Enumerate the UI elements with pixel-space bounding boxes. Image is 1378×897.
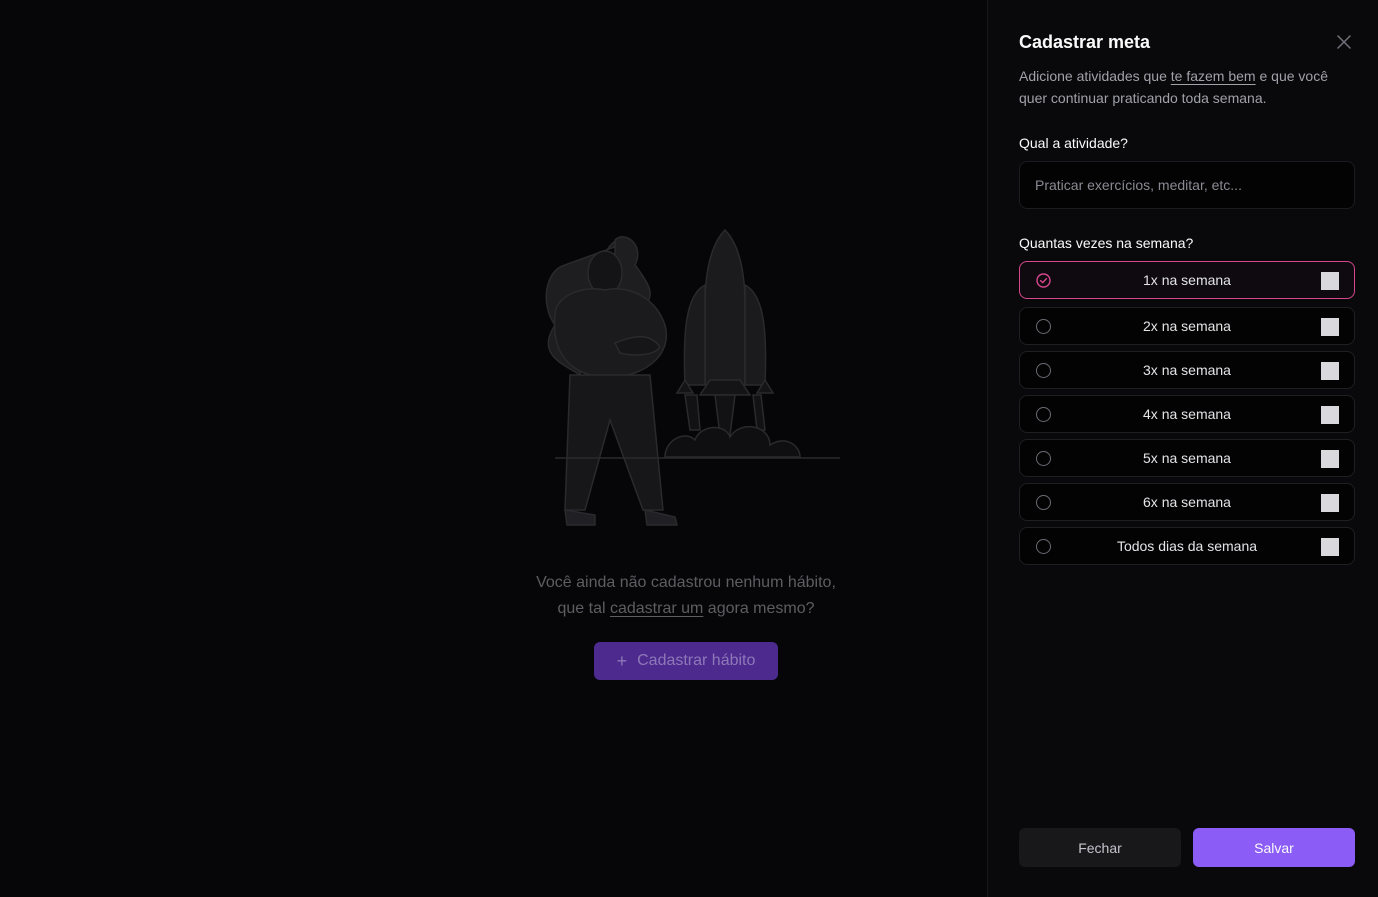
option-marker bbox=[1321, 450, 1339, 468]
option-marker bbox=[1321, 406, 1339, 424]
empty-state-line-2-post: agora mesmo? bbox=[703, 600, 815, 617]
option-marker bbox=[1321, 494, 1339, 512]
activity-label: Qual a atividade? bbox=[1019, 135, 1128, 151]
option-marker bbox=[1321, 272, 1339, 290]
frequency-option-1x[interactable]: 1x na semana bbox=[1019, 261, 1355, 299]
frequency-label: Quantas vezes na semana? bbox=[1019, 235, 1194, 251]
frequency-option-3x[interactable]: 3x na semana bbox=[1019, 351, 1355, 389]
description-pre: Adicione atividades que bbox=[1019, 68, 1171, 84]
close-icon[interactable] bbox=[1335, 33, 1353, 51]
frequency-option-daily[interactable]: Todos dias da semana bbox=[1019, 527, 1355, 565]
panel-description: Adicione atividades que te fazem bem e q… bbox=[1019, 65, 1359, 109]
close-button[interactable]: Fechar bbox=[1019, 828, 1181, 867]
option-marker bbox=[1321, 538, 1339, 556]
option-marker bbox=[1321, 362, 1339, 380]
frequency-option-4x[interactable]: 4x na semana bbox=[1019, 395, 1355, 433]
empty-state-line-2-pre: que tal bbox=[557, 600, 610, 617]
register-goal-panel: Cadastrar meta Adicione atividades que t… bbox=[987, 0, 1378, 897]
option-marker bbox=[1321, 318, 1339, 336]
register-habit-label: Cadastrar hábito bbox=[637, 652, 756, 669]
frequency-option-label: 4x na semana bbox=[1143, 406, 1231, 422]
frequency-option-label: 1x na semana bbox=[1143, 272, 1231, 288]
frequency-option-label: 5x na semana bbox=[1143, 450, 1231, 466]
plus-icon: + bbox=[616, 651, 628, 671]
panel-title: Cadastrar meta bbox=[1019, 32, 1151, 52]
frequency-option-6x[interactable]: 6x na semana bbox=[1019, 483, 1355, 521]
frequency-option-label: Todos dias da semana bbox=[1116, 538, 1258, 554]
activity-input[interactable] bbox=[1019, 161, 1355, 209]
rocket-illustration bbox=[545, 228, 840, 526]
frequency-option-2x[interactable]: 2x na semana bbox=[1019, 307, 1355, 345]
save-button[interactable]: Salvar bbox=[1193, 828, 1355, 867]
frequency-option-label: 3x na semana bbox=[1143, 362, 1231, 378]
register-habit-button[interactable]: + Cadastrar hábito bbox=[594, 642, 778, 680]
frequency-option-label: 6x na semana bbox=[1143, 494, 1231, 510]
register-now-link[interactable]: cadastrar um bbox=[610, 600, 703, 617]
empty-state: Você ainda não cadastrou nenhum hábito, … bbox=[0, 0, 987, 897]
description-link: te fazem bem bbox=[1170, 68, 1256, 84]
frequency-option-label: 2x na semana bbox=[1143, 318, 1231, 334]
frequency-option-5x[interactable]: 5x na semana bbox=[1019, 439, 1355, 477]
frequency-options: 1x na semana 2x na semana 3x na semana 4… bbox=[1019, 261, 1355, 571]
